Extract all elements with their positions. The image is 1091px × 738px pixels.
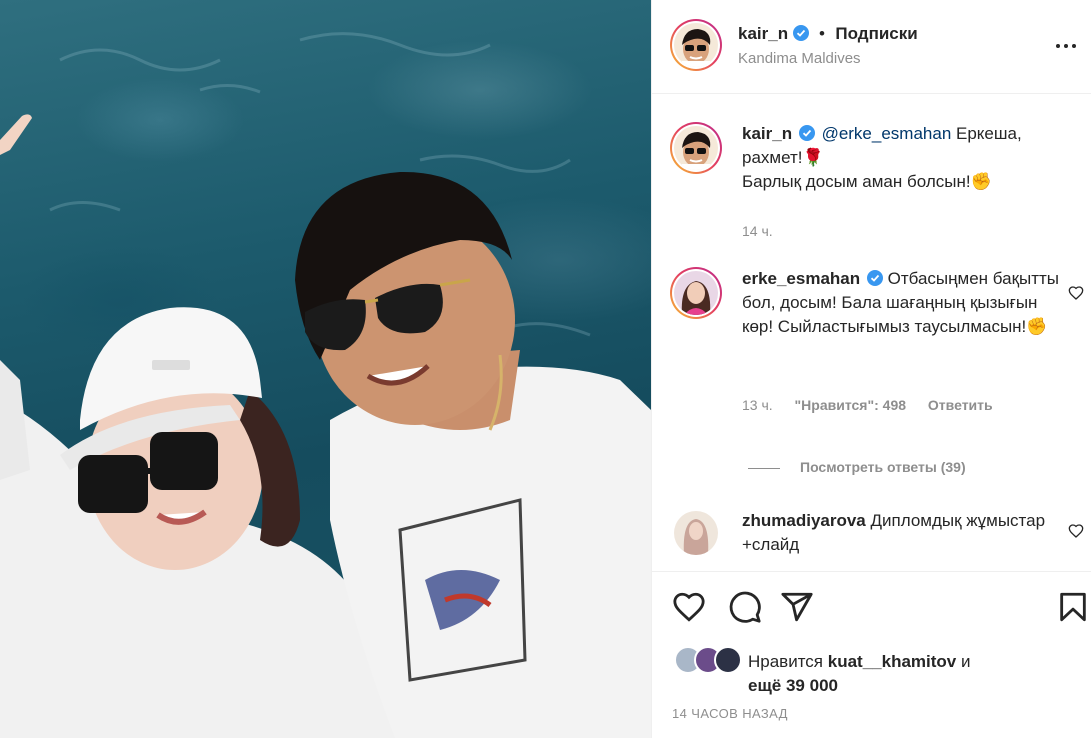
post-side-panel: kair_n • Подписки Kandima Maldives kair_… (651, 0, 1091, 738)
post-location[interactable]: Kandima Maldives (738, 50, 918, 67)
caption-line-1: Еркеша, (951, 124, 1022, 143)
heart-icon[interactable] (672, 590, 706, 624)
view-replies-label: Посмотреть ответы (39) (800, 459, 966, 475)
comment-like-icon[interactable] (1068, 285, 1084, 301)
commenter-avatar[interactable] (670, 267, 722, 319)
comment-item: zhumadiyarova Дипломдық жұмыстар +слайд (670, 509, 1084, 571)
replies-line (748, 467, 780, 469)
comment-time[interactable]: 13 ч. (742, 397, 773, 413)
share-icon[interactable] (780, 590, 814, 624)
reply-button[interactable]: Ответить (928, 397, 993, 413)
caption-username[interactable]: kair_n (742, 124, 792, 143)
following-button[interactable]: Подписки (835, 24, 917, 43)
caption-line-2: рахмет!🌹 (742, 148, 824, 167)
avatar-illustration (674, 511, 718, 555)
comment-like-icon[interactable] (1068, 523, 1084, 539)
more-options-icon[interactable] (1054, 36, 1078, 56)
verified-badge-icon (866, 270, 883, 286)
photo-illustration (0, 32, 651, 738)
avatar-illustration (674, 271, 718, 315)
caption-line-3: Барлық досым аман болсын!✊ (742, 172, 992, 191)
verified-badge-icon (798, 125, 815, 141)
author-avatar[interactable] (670, 19, 722, 71)
post-header: kair_n • Подписки Kandima Maldives (652, 0, 1091, 94)
comment-text: erke_esmahan Отбасыңмен бақытты бол, дос… (742, 267, 1062, 339)
caption-author-avatar[interactable] (670, 122, 722, 174)
comment-meta: 13 ч. "Нравится": 498 Ответить (742, 397, 993, 413)
comments-list[interactable]: kair_n @erke_esmahan Еркеша, рахмет!🌹 Ба… (652, 95, 1091, 571)
caption-mention[interactable]: @erke_esmahan (822, 124, 952, 143)
liker-avatar (714, 646, 742, 674)
avatar-illustration (674, 126, 718, 170)
caption-time[interactable]: 14 ч. (742, 223, 773, 239)
comment-username[interactable]: zhumadiyarova (742, 511, 866, 530)
likers-avatars[interactable] (674, 646, 744, 674)
view-replies-button[interactable]: Посмотреть ответы (39) (748, 459, 966, 475)
comment-username[interactable]: erke_esmahan (742, 269, 860, 288)
likes-prefix: Нравится (748, 652, 828, 671)
liker-username[interactable]: kuat__khamitov (828, 652, 957, 671)
bookmark-icon[interactable] (1056, 590, 1090, 624)
caption-text: kair_n @erke_esmahan Еркеша, рахмет!🌹 Ба… (742, 122, 1062, 194)
likes-more-count[interactable]: ещё 39 000 (748, 676, 838, 695)
verified-badge-icon (792, 25, 809, 41)
comment-likes-count[interactable]: "Нравится": 498 (795, 397, 906, 413)
comment-icon[interactable] (728, 590, 762, 624)
post-timestamp[interactable]: 14 ЧАСОВ НАЗАД (672, 706, 788, 721)
header-username[interactable]: kair_n (738, 24, 788, 43)
post-actions: Нравится kuat__khamitov и ещё 39 000 14 … (652, 571, 1091, 738)
comment-item: erke_esmahan Отбасыңмен бақытты бол, дос… (670, 267, 1084, 437)
commenter-avatar[interactable] (674, 511, 718, 555)
post-photo[interactable] (0, 0, 651, 738)
post-caption: kair_n @erke_esmahan Еркеша, рахмет!🌹 Ба… (670, 122, 1070, 242)
separator-dot: • (819, 24, 825, 43)
likes-suffix: и (956, 652, 971, 671)
avatar-illustration (674, 23, 718, 67)
likes-text: Нравится kuat__khamitov и ещё 39 000 (748, 650, 1048, 698)
comment-text: zhumadiyarova Дипломдық жұмыстар +слайд (742, 509, 1062, 557)
